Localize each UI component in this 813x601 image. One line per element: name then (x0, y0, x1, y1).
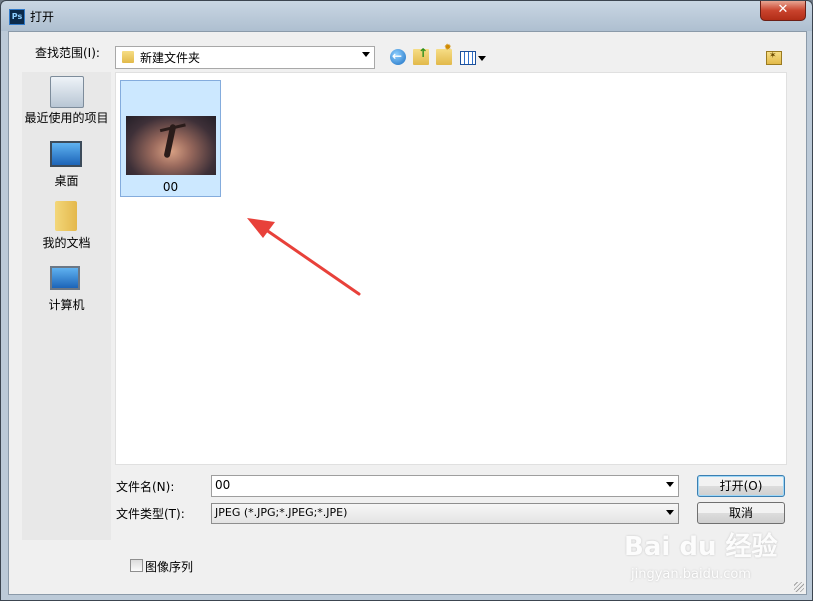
file-name-label: 文件名(N): (116, 480, 175, 494)
back-icon[interactable] (390, 48, 406, 65)
folder-icon (122, 51, 134, 63)
chevron-down-icon[interactable] (666, 482, 674, 487)
file-type-value: JPEG (*.JPG;*.JPEG;*.JPE) (215, 506, 348, 519)
view-menu-icon[interactable] (460, 51, 476, 65)
chevron-down-icon[interactable] (666, 510, 674, 515)
file-name-input[interactable]: 00 (211, 475, 679, 497)
resize-grip[interactable] (794, 582, 804, 592)
file-name-value: 00 (215, 478, 231, 492)
cancel-button[interactable]: 取消 (697, 502, 785, 524)
dialog-client-area: 查找范围(I): 新建文件夹 最近使用的项目 桌面 我的文档 (8, 31, 807, 595)
baidu-watermark-url: jingyan.baidu.com (631, 567, 751, 582)
look-in-value: 新建文件夹 (140, 51, 201, 65)
open-dialog-window: Ps 打开 ✕ 查找范围(I): 新建文件夹 最近使用的项目 桌面 (0, 0, 813, 601)
dialog-title: 打开 (30, 10, 55, 24)
place-desktop[interactable]: 桌面 (22, 139, 111, 197)
title-bar[interactable]: Ps 打开 ✕ (1, 1, 812, 31)
close-button[interactable]: ✕ (760, 1, 806, 21)
new-folder-icon[interactable] (436, 43, 452, 65)
image-sequence-checkbox[interactable] (130, 559, 143, 572)
image-sequence-label[interactable]: 图像序列 (145, 558, 193, 575)
place-label: 计算机 (48, 298, 85, 312)
computer-icon (50, 266, 80, 290)
place-label: 桌面 (54, 174, 79, 188)
baidu-watermark: Bai du 经验 (624, 532, 778, 562)
place-documents[interactable]: 我的文档 (22, 201, 111, 259)
place-recent-items[interactable]: 最近使用的项目 (22, 76, 111, 134)
desktop-icon (50, 141, 82, 167)
documents-icon (55, 201, 77, 231)
view-menu-chevron-icon[interactable] (478, 56, 486, 61)
open-button[interactable]: 打开(O) (697, 475, 785, 497)
chevron-down-icon[interactable] (362, 52, 370, 57)
annotation-arrow (247, 218, 361, 296)
photoshop-app-icon: Ps (9, 9, 25, 25)
annotation-arrow-shaft (257, 223, 361, 296)
look-in-label: 查找范围(I): (35, 46, 100, 60)
recent-items-icon (50, 76, 84, 108)
desktop-folder-shortcut-icon[interactable] (766, 50, 782, 65)
places-bar: 最近使用的项目 桌面 我的文档 计算机 (22, 72, 111, 540)
place-computer[interactable]: 计算机 (22, 263, 111, 321)
file-type-dropdown[interactable]: JPEG (*.JPG;*.JPEG;*.JPE) (211, 503, 679, 524)
file-type-label: 文件类型(T): (116, 507, 185, 521)
up-folder-icon[interactable] (413, 46, 429, 65)
place-label: 我的文档 (42, 236, 91, 250)
look-in-dropdown[interactable]: 新建文件夹 (115, 46, 375, 69)
annotation-arrow-head (247, 218, 275, 238)
place-label: 最近使用的项目 (24, 111, 109, 125)
